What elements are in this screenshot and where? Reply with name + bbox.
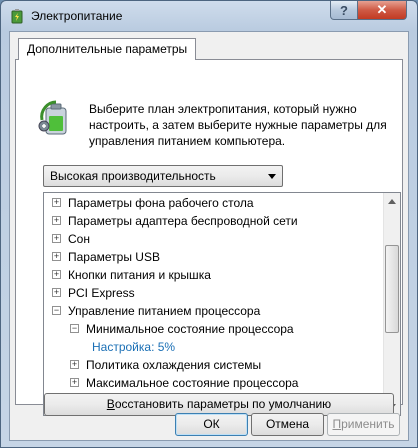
tree-item[interactable]: + Кнопки питания и крышка	[44, 266, 384, 284]
collapse-icon[interactable]: −	[70, 324, 79, 333]
close-button[interactable]: ✕	[357, 1, 407, 20]
tree-item[interactable]: + Параметры адаптера беспроводной сети	[44, 212, 384, 230]
tree-item-label: Минимальное состояние процессора	[86, 322, 294, 336]
tree-item-label: Максимальное состояние процессора	[86, 376, 299, 390]
tree-item-label: Параметры адаптера беспроводной сети	[68, 214, 298, 228]
cancel-button[interactable]: Отмена	[251, 413, 324, 436]
apply-label: рименить	[341, 417, 395, 431]
title-bar[interactable]: Электропитание ? ✕	[1, 1, 417, 31]
tree-item[interactable]: − Минимальное состояние процессора	[44, 320, 384, 338]
window-title: Электропитание	[31, 9, 123, 23]
tab-advanced-settings[interactable]: Дополнительные параметры	[18, 38, 197, 60]
tree-item-label: PCI Express	[68, 286, 135, 300]
tree-item[interactable]: − Управление питанием процессора	[44, 302, 384, 320]
expand-icon[interactable]: +	[52, 198, 61, 207]
power-plan-selected: Высокая производительность	[50, 169, 216, 183]
setting-value[interactable]: Настройка: 5%	[92, 338, 175, 356]
apply-access-key: П	[332, 417, 342, 431]
dialog-client-area: Дополнительные параметры Выберите план э…	[9, 31, 409, 441]
tree-item-label: Управление питанием процессора	[68, 304, 261, 318]
scrollbar-thumb[interactable]	[385, 245, 399, 333]
advanced-settings-panel: Выберите план электропитания, который ну…	[15, 59, 403, 416]
tree-scrollbar[interactable]	[383, 193, 400, 415]
expand-icon[interactable]: +	[70, 360, 79, 369]
scroll-up-icon[interactable]	[384, 193, 400, 210]
tree-item[interactable]: Настройка: 5%	[44, 338, 384, 356]
battery-icon	[38, 100, 74, 139]
restore-label: осстановить параметры по умолчанию	[114, 397, 332, 411]
power-plan-dropdown[interactable]: Высокая производительность	[43, 165, 283, 187]
collapse-icon[interactable]: −	[52, 306, 61, 315]
tree-item-label: Параметры USB	[68, 250, 160, 264]
tree-item[interactable]: + Максимальное состояние процессора	[44, 374, 384, 392]
tree-item-label: Параметры фона рабочего стола	[68, 196, 254, 210]
expand-icon[interactable]: +	[52, 216, 61, 225]
expand-icon[interactable]: +	[70, 378, 79, 387]
settings-tree[interactable]: + Параметры фона рабочего стола + Параметры…	[43, 192, 401, 416]
help-button[interactable]: ?	[330, 1, 358, 20]
ok-button[interactable]: ОК	[175, 413, 248, 436]
tree-item-label: Сон	[68, 232, 90, 246]
expand-icon[interactable]: +	[52, 252, 61, 261]
tree-item-label: Кнопки питания и крышка	[68, 268, 211, 282]
plan-description: Выберите план электропитания, который ну…	[89, 102, 387, 148]
power-app-icon	[9, 8, 25, 24]
expand-icon[interactable]: +	[52, 270, 61, 279]
tree-item-label: Политика охлаждения системы	[86, 358, 262, 372]
tree-item[interactable]: + PCI Express	[44, 284, 384, 302]
tree-item[interactable]: + Сон	[44, 230, 384, 248]
tree-item[interactable]: + Политика охлаждения системы	[44, 356, 384, 374]
expand-icon[interactable]: +	[52, 288, 61, 297]
tree-item[interactable]: + Параметры фона рабочего стола	[44, 194, 384, 212]
expand-icon[interactable]: +	[52, 234, 61, 243]
chevron-down-icon	[268, 174, 276, 179]
tree-item[interactable]: + Параметры USB	[44, 248, 384, 266]
apply-button[interactable]: Применить	[327, 413, 400, 436]
power-options-window: Электропитание ? ✕ Дополнительные параме…	[0, 0, 418, 448]
restore-access-key: В	[106, 397, 115, 411]
